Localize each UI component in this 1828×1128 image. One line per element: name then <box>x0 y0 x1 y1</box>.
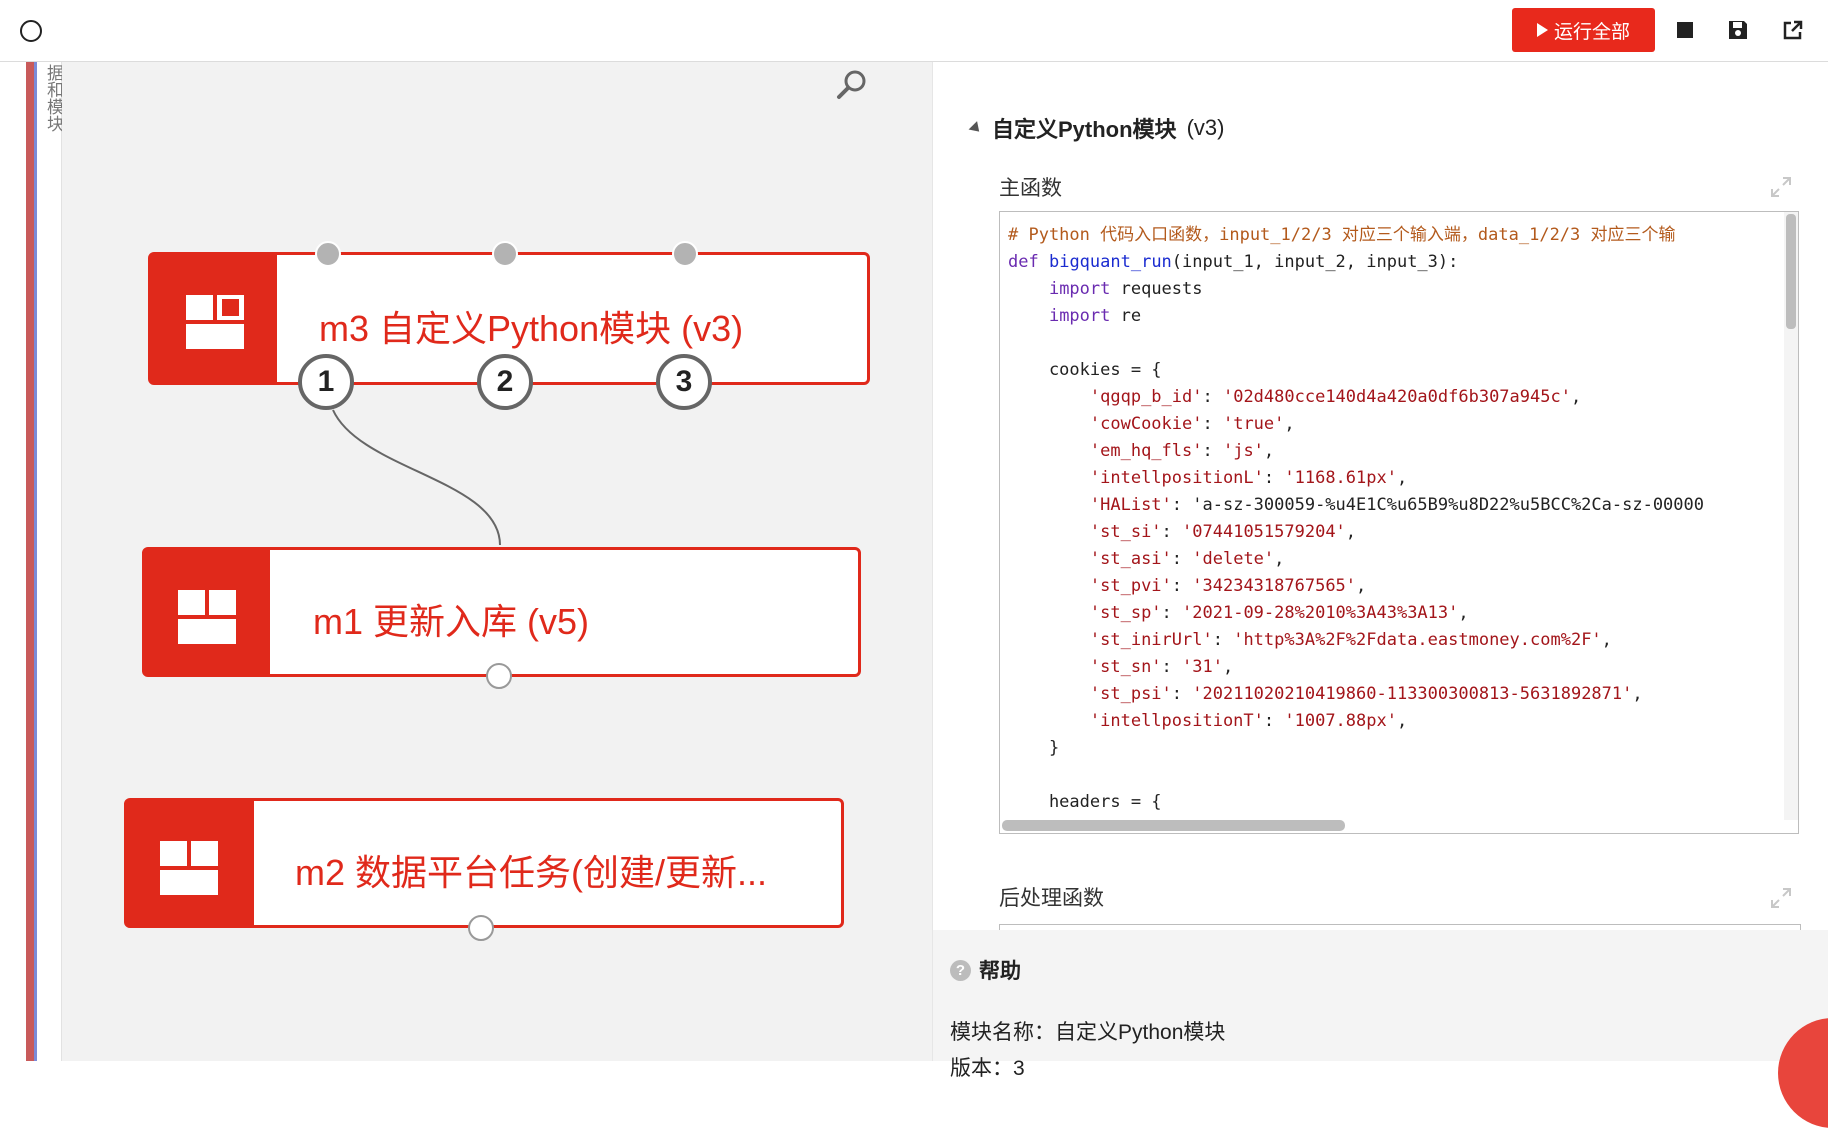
horizontal-scrollbar-thumb[interactable] <box>1002 820 1345 831</box>
expand-icon[interactable] <box>1770 176 1792 198</box>
code-line: 'cowCookie': 'true', <box>1089 414 1295 434</box>
left-accent-bar <box>26 62 34 1061</box>
input-port-3[interactable] <box>672 241 698 267</box>
code-line: 'st_inirUrl': 'http%3A%2F%2Fdata.eastmon… <box>1089 630 1612 650</box>
input-port-2[interactable] <box>492 241 518 267</box>
module-icon-box <box>127 801 254 925</box>
section-header[interactable]: 自定义Python模块 (v3) <box>968 112 1225 144</box>
external-link-icon[interactable] <box>1782 19 1804 41</box>
output-port-1[interactable]: 1 <box>298 354 354 410</box>
code-line: 'intellpositionT': '1007.88px', <box>1089 711 1408 731</box>
code-line: def bigquant_run(input_1, input_2, input… <box>1008 252 1459 272</box>
section-version: (v3) <box>1186 115 1225 140</box>
play-icon <box>1536 23 1548 37</box>
help-question-icon: ? <box>950 959 971 981</box>
top-toolbar: 运行全部 <box>0 0 1828 62</box>
code-line: 'st_sp': '2021-09-28%2010%3A43%3A13', <box>1089 603 1469 623</box>
code-line: 'qgqp_b_id': '02d480cce140d4a420a0df6b30… <box>1089 387 1582 407</box>
module-label: m2 数据平台任务(创建/更新... <box>295 852 768 893</box>
expand-icon[interactable] <box>1770 887 1792 909</box>
module-grid-icon <box>186 295 244 349</box>
vertical-scrollbar-thumb[interactable] <box>1786 214 1796 329</box>
code-line: 'em_hq_fls': 'js', <box>1089 441 1275 461</box>
output-port[interactable] <box>468 915 494 941</box>
module-grid-icon <box>160 841 218 895</box>
code-line: } <box>1008 738 1060 758</box>
main-func-label: 主函数 <box>999 177 1062 200</box>
section-title: 自定义Python模块 <box>992 117 1177 142</box>
code-line: 'st_sn': '31', <box>1089 657 1234 677</box>
search-icon[interactable] <box>835 68 869 102</box>
status-circle-icon[interactable] <box>20 20 42 42</box>
collapse-triangle-icon[interactable] <box>968 120 984 136</box>
code-line: 'st_si': '07441051579204', <box>1089 522 1357 542</box>
module-label: m3 自定义Python模块 (v3) <box>319 308 744 349</box>
module-grid-icon <box>178 590 236 644</box>
code-line: headers = { <box>1008 792 1162 812</box>
code-line: cookies = { <box>1008 360 1162 380</box>
post-func-label: 后处理函数 <box>999 887 1104 910</box>
module-m2[interactable]: m2 数据平台任务(创建/更新... <box>124 798 844 928</box>
output-port[interactable] <box>486 663 512 689</box>
code-line: 'st_pvi': '34234318767565', <box>1089 576 1367 596</box>
output-port-2[interactable]: 2 <box>477 354 533 410</box>
code-line: import re <box>1048 306 1142 326</box>
code-line: 'intellpositionL': '1168.61px', <box>1089 468 1408 488</box>
code-line: # Python 代码入口函数，input_1/2/3 对应三个输入端，data… <box>1008 225 1676 245</box>
help-title: 帮助 <box>979 960 1021 983</box>
code-line: import requests <box>1048 279 1203 299</box>
module-icon-box <box>151 255 277 382</box>
module-m1[interactable]: m1 更新入库 (v5) <box>142 547 861 677</box>
help-header: ? 帮助 <box>950 955 1021 985</box>
save-icon[interactable] <box>1727 19 1749 41</box>
run-all-button[interactable]: 运行全部 <box>1512 8 1655 52</box>
module-label: m1 更新入库 (v5) <box>313 601 590 642</box>
stop-icon[interactable] <box>1674 19 1696 41</box>
vertical-scrollbar-track[interactable] <box>1784 212 1798 820</box>
main-func-code-editor[interactable]: # Python 代码入口函数，input_1/2/3 对应三个输入端，data… <box>999 211 1799 834</box>
output-port-3[interactable]: 3 <box>656 354 712 410</box>
help-module-name: 模块名称：自定义Python模块 <box>950 1021 1226 1044</box>
code-line: 'st_psi': '20211020210419860-11330030081… <box>1089 684 1643 704</box>
module-icon-box <box>145 550 270 674</box>
code-line: 'HAList': 'a-sz-300059-%u4E1C%u65B9%u8D2… <box>1089 495 1704 515</box>
code-content[interactable]: # Python 代码入口函数，input_1/2/3 对应三个输入端，data… <box>1008 222 1780 812</box>
input-port-1[interactable] <box>315 241 341 267</box>
run-all-label: 运行全部 <box>1553 21 1630 43</box>
help-version: 版本：3 <box>950 1057 1025 1080</box>
side-tab-modules[interactable]: 据和模块 <box>37 62 63 1061</box>
code-line: 'st_asi': 'delete', <box>1089 549 1285 569</box>
